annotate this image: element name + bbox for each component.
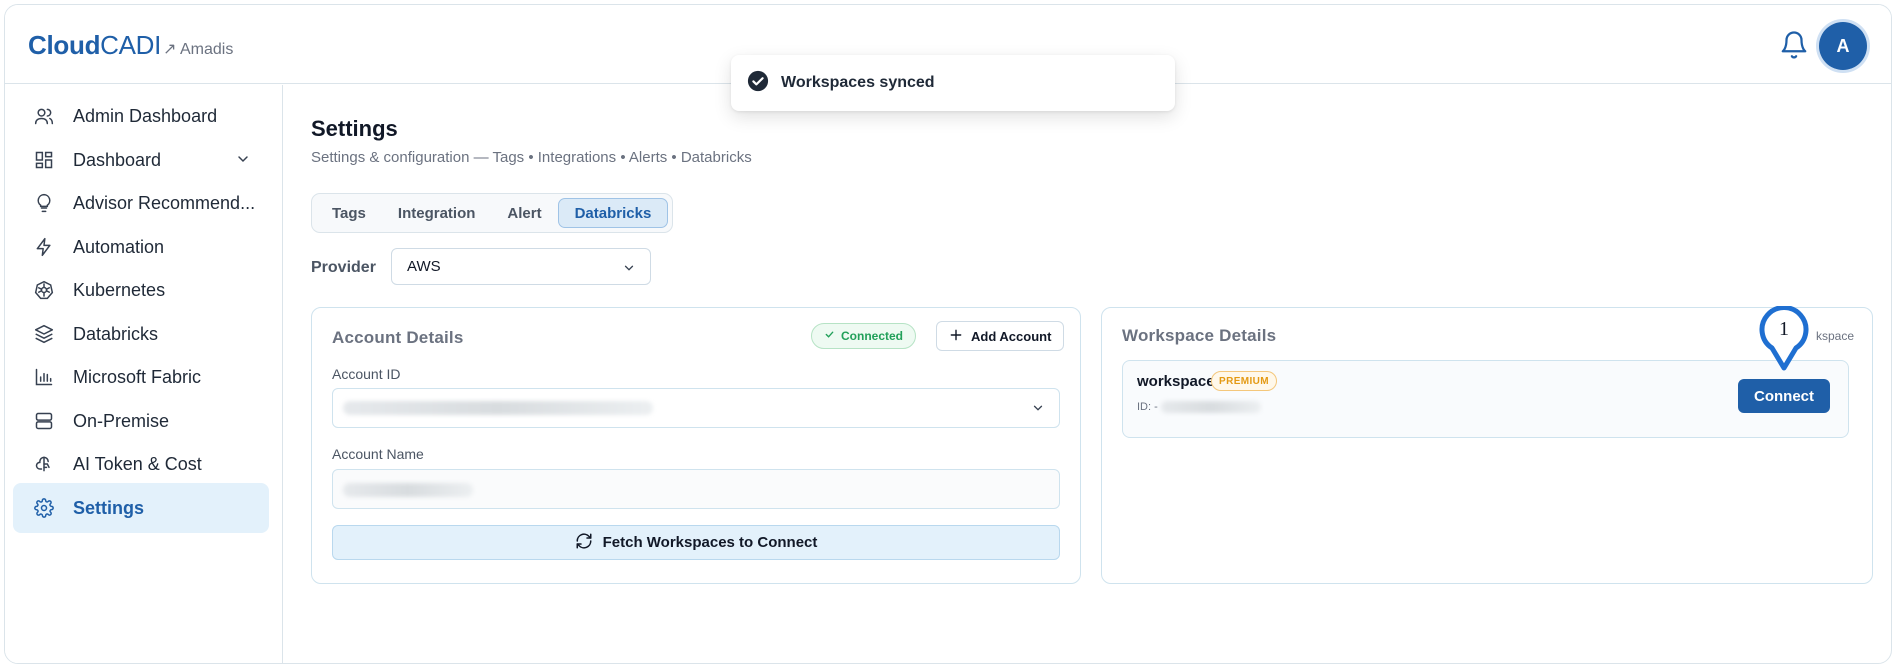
check-circle-icon: [747, 70, 769, 97]
sidebar-item-label: Settings: [73, 497, 145, 518]
workspace-details-card: Workspace Details kspace workspace PREMI…: [1101, 305, 1873, 584]
account-details-title: Account Details: [332, 328, 464, 347]
status-badge: Connected: [811, 323, 917, 349]
app-window: CloudCADI ↗ Amadis A Admin Dashboard Das…: [4, 4, 1892, 664]
layers-icon: [33, 323, 55, 345]
lightning-icon: [33, 236, 55, 258]
sidebar-item-advisor-recommendations[interactable]: Advisor Recommend...: [13, 178, 269, 228]
redacted-account-id: [343, 401, 653, 415]
logo-bold-text: Cloud: [28, 30, 101, 60]
page-subtitle: Settings & configuration — Tags • Integr…: [311, 149, 752, 166]
provider-value: AWS: [407, 258, 441, 275]
tab-integration[interactable]: Integration: [382, 198, 492, 228]
step-marker: 1: [1758, 305, 1810, 374]
sidebar-item-ai-token-cost[interactable]: AI Token & Cost: [13, 439, 269, 489]
add-account-label: Add Account: [971, 328, 1052, 344]
chevron-down-icon: [622, 261, 636, 279]
brain-icon: [33, 453, 55, 475]
sidebar-item-label: Advisor Recommend...: [73, 192, 256, 213]
sidebar-item-microsoft-fabric[interactable]: Microsoft Fabric: [13, 352, 269, 402]
sidebar-item-kubernetes[interactable]: Kubernetes: [13, 265, 269, 315]
sidebar-item-settings[interactable]: Settings: [13, 483, 269, 533]
refresh-icon: [575, 532, 593, 554]
connect-button[interactable]: Connect: [1738, 379, 1830, 413]
step-marker-label: 1: [1779, 318, 1789, 340]
workspace-details-title: Workspace Details: [1122, 326, 1277, 345]
chevron-down-icon: [1031, 401, 1045, 420]
account-name-label: Account Name: [332, 446, 424, 462]
gear-icon: [33, 497, 55, 519]
workspace-name: workspace: [1137, 373, 1215, 390]
add-account-button[interactable]: Add Account: [936, 321, 1065, 351]
toast-notification: Workspaces synced: [731, 55, 1175, 111]
sidebar-item-label: Databricks: [73, 323, 159, 344]
page-title: Settings: [311, 116, 398, 141]
lightbulb-icon: [33, 192, 55, 214]
settings-tabs: Tags Integration Alert Databricks: [311, 193, 674, 233]
status-text: Connected: [841, 329, 904, 343]
redacted-workspace-id: [1161, 401, 1261, 413]
provider-select[interactable]: AWS: [391, 248, 651, 285]
sidebar-item-label: On-Premise: [73, 410, 170, 431]
sidebar-item-label: Dashboard: [73, 149, 162, 170]
account-id-label: Account ID: [332, 366, 401, 382]
sidebar-item-label: Admin Dashboard: [73, 105, 218, 126]
dashboard-grid-icon: [33, 149, 55, 171]
fetch-workspaces-label: Fetch Workspaces to Connect: [602, 534, 818, 551]
check-icon: [824, 329, 835, 343]
provider-label: Provider: [311, 259, 376, 276]
sidebar-item-label: Microsoft Fabric: [73, 366, 202, 387]
toast-message: Workspaces synced: [781, 74, 935, 91]
bar-chart-icon: [33, 366, 55, 388]
fetch-workspaces-button[interactable]: Fetch Workspaces to Connect: [332, 525, 1060, 560]
app-logo[interactable]: CloudCADI: [28, 30, 161, 61]
bell-icon[interactable]: [1779, 30, 1809, 60]
server-icon: [33, 410, 55, 432]
logo-light-text: CADI: [100, 30, 162, 60]
account-details-card: Account Details Connected Add Account Ac…: [311, 307, 1081, 584]
account-name-field[interactable]: [332, 469, 1060, 509]
main-content: Settings Settings & configuration — Tags…: [284, 85, 1891, 663]
sidebar: Admin Dashboard Dashboard Advisor Recomm…: [5, 85, 283, 663]
tab-tags[interactable]: Tags: [316, 198, 382, 228]
tab-databricks[interactable]: Databricks: [557, 198, 669, 228]
avatar[interactable]: A: [1819, 22, 1867, 70]
plus-icon: [949, 328, 963, 345]
workspace-corner-text: kspace: [1815, 329, 1854, 343]
sidebar-item-admin-dashboard[interactable]: Admin Dashboard: [13, 91, 269, 141]
redacted-account-name: [343, 483, 473, 497]
tenant-link[interactable]: ↗ Amadis: [163, 39, 233, 59]
workspace-id-label: ID: -: [1137, 401, 1158, 413]
tab-alert[interactable]: Alert: [491, 198, 557, 228]
chevron-down-icon[interactable]: [235, 151, 251, 172]
sidebar-item-label: Automation: [73, 236, 165, 257]
sidebar-item-label: AI Token & Cost: [73, 453, 202, 474]
users-icon: [33, 105, 55, 127]
premium-badge: PREMIUM: [1211, 371, 1278, 391]
sidebar-item-label: Kubernetes: [73, 279, 166, 300]
kubernetes-icon: [33, 279, 55, 301]
account-id-select[interactable]: [332, 388, 1060, 428]
